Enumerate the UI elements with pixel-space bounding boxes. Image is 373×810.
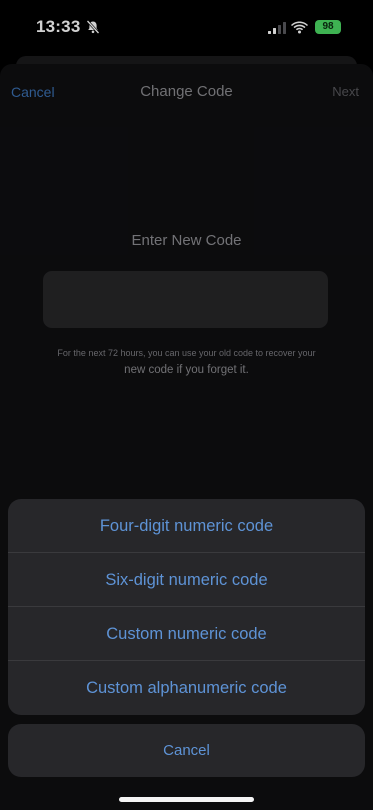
option-six-digit-numeric-code[interactable]: Six-digit numeric code	[8, 553, 365, 607]
option-custom-alphanumeric-code[interactable]: Custom alphanumeric code	[8, 661, 365, 715]
action-sheet-cancel-button[interactable]: Cancel	[8, 724, 365, 777]
option-custom-numeric-code[interactable]: Custom numeric code	[8, 607, 365, 661]
code-options-sheet: Four-digit numeric code Six-digit numeri…	[8, 499, 365, 715]
option-four-digit-numeric-code[interactable]: Four-digit numeric code	[8, 499, 365, 553]
home-indicator	[119, 797, 254, 802]
